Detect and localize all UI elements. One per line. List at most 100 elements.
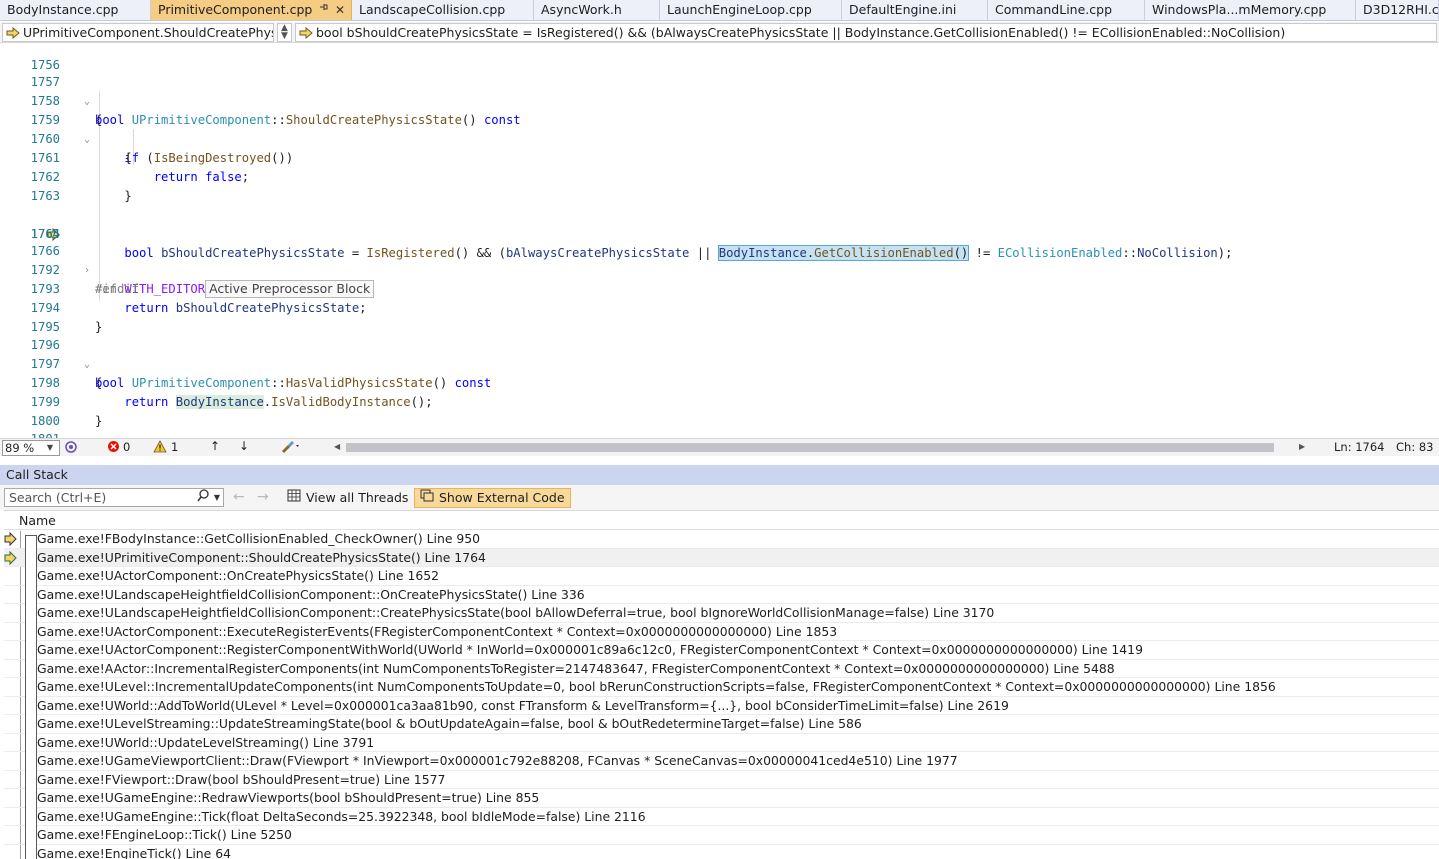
code-line: 1797 { — [0, 336, 1439, 390]
tab-label: CommandLine.cpp — [995, 2, 1113, 17]
scroll-right-icon[interactable]: ▶ — [1299, 442, 1305, 451]
code-line: 1760 { — [0, 111, 1439, 165]
stack-frame-text: Game.exe!UActorComponent::RegisterCompon… — [37, 642, 1143, 657]
stack-frame-row[interactable]: Game.exe!EngineTick() Line 64 — [4, 845, 1439, 859]
split-window-icon[interactable]: ▲ ▼ — [277, 23, 292, 42]
back-arrow-icon[interactable]: ← — [233, 489, 245, 505]
stack-frame-text: Game.exe!ULandscapeHeightfieldCollisionC… — [37, 586, 585, 602]
error-count: 0 — [123, 440, 131, 454]
view-all-threads-label: View all Threads — [306, 490, 409, 505]
code-line: 1796 ⌄ bool UPrimitiveComponent::HasVali… — [0, 317, 1439, 390]
stack-frame-text: Game.exe!AActor::IncrementalRegisterComp… — [37, 660, 1115, 676]
editor-status-bar: 89 % ▼ 0 1 ↑ ↓ ◀ ▶ Ln: 1764 Ch: 83 — [0, 438, 1439, 456]
tab-label: D3D12RHI.cp — [1363, 2, 1439, 17]
stack-frame-row[interactable]: Game.exe!FBodyInstance::GetCollisionEnab… — [4, 530, 1439, 549]
stack-frame-row[interactable]: Game.exe!UGameViewportClient::Draw(FView… — [4, 752, 1439, 771]
tab-primitivecomponent[interactable]: PrimitiveComponent.cpp ✕ — [151, 0, 352, 20]
chevron-down-icon: ▼ — [46, 443, 53, 452]
tab-label: DefaultEngine.ini — [849, 2, 957, 17]
horizontal-scrollbar-thumb[interactable] — [346, 443, 1274, 452]
pin-icon[interactable] — [319, 0, 329, 20]
brush-icon[interactable] — [280, 439, 302, 458]
stack-frame-text: Game.exe!FBodyInstance::GetCollisionEnab… — [37, 531, 481, 546]
tab-label: BodyInstance.cpp — [7, 2, 119, 17]
view-all-threads-button[interactable]: View all Threads — [287, 488, 408, 508]
call-stack-toolbar: Search (Ctrl+E) ▼ ← → View all Threads S… — [0, 485, 1439, 510]
code-line: 1763 — [0, 168, 1439, 203]
stack-frame-row[interactable]: Game.exe!UGameEngine::RedrawViewports(bo… — [4, 789, 1439, 808]
stack-frame-row[interactable]: Game.exe!UGameEngine::Tick(float DeltaSe… — [4, 808, 1439, 826]
stack-frame-text: Game.exe!UWorld::UpdateLevelStreaming() … — [37, 734, 375, 750]
statement-icon — [299, 26, 313, 39]
code-line: 1800 — [0, 393, 1439, 428]
external-code-icon — [420, 489, 434, 507]
code-health-icon[interactable] — [64, 439, 78, 458]
tab-label: LaunchEngineLoop.cpp — [667, 2, 812, 17]
stack-frame-text: Game.exe!UWorld::AddToWorld(ULevel * Lev… — [37, 697, 1009, 713]
cursor-column: Ch: 83 — [1396, 440, 1434, 454]
tab-asyncwork[interactable]: AsyncWork.h — [534, 0, 660, 20]
tab-launchengineloop[interactable]: LaunchEngineLoop.cpp — [660, 0, 842, 20]
caller-frame-arrow-icon — [4, 549, 18, 567]
tab-landscapecollision[interactable]: LandscapeCollision.cpp — [352, 0, 534, 20]
tab-label: LandscapeCollision.cpp — [359, 2, 506, 17]
show-external-code-button[interactable]: Show External Code — [414, 488, 571, 508]
warning-icon[interactable] — [153, 440, 167, 456]
threads-icon — [287, 489, 301, 507]
panel-title: Call Stack — [6, 467, 68, 482]
previous-issue-arrow-icon[interactable]: ↑ — [210, 439, 220, 453]
thread-frame-bracket — [25, 535, 37, 859]
code-line: 1761 return false; — [0, 130, 1439, 184]
code-line: 1801 ⌄ bool UPrimitiveComponent::IsCompo… — [0, 411, 1439, 438]
column-header-name[interactable]: Name — [19, 513, 56, 528]
close-icon[interactable]: ✕ — [335, 0, 345, 20]
stack-frame-row[interactable]: Game.exe!FEngineLoop::Tick() Line 5250 — [4, 826, 1439, 845]
tab-bodyinstance[interactable]: BodyInstance.cpp — [0, 0, 151, 20]
error-icon[interactable] — [107, 440, 120, 456]
stack-frame-row[interactable]: Game.exe!ULevel::IncrementalUpdateCompon… — [4, 678, 1439, 697]
show-external-code-label: Show External Code — [439, 490, 565, 505]
tab-defaultengine[interactable]: DefaultEngine.ini — [842, 0, 988, 20]
forward-arrow-icon[interactable]: → — [257, 489, 269, 505]
code-line: 1798 return BodyInstance.IsValidBodyInst… — [0, 355, 1439, 409]
scope-dropdown[interactable]: UPrimitiveComponent.ShouldCreatePhys ▼ — [2, 23, 274, 42]
stack-frame-text: Game.exe!UPrimitiveComponent::ShouldCrea… — [37, 549, 486, 565]
tab-windowsplatformmemory[interactable]: WindowsPla...mMemory.cpp — [1145, 0, 1356, 20]
member-dropdown[interactable]: bool bShouldCreatePhysicsState = IsRegis… — [295, 23, 1437, 42]
scope-label: UPrimitiveComponent.ShouldCreatePhys — [23, 25, 274, 40]
code-line: 1766 › #if WITH_EDITOR Active Preprocesso… — [0, 223, 1439, 298]
stack-frame-row[interactable]: Game.exe!UWorld::AddToWorld(ULevel * Lev… — [4, 697, 1439, 715]
stack-frame-row[interactable]: Game.exe!UActorComponent::ExecuteRegiste… — [4, 623, 1439, 641]
call-stack-search-input[interactable]: Search (Ctrl+E) ▼ — [4, 488, 224, 507]
code-line: 1757 ⌄ bool UPrimitiveComponent::ShouldC… — [0, 54, 1439, 127]
cursor-line: Ln: 1764 — [1334, 440, 1385, 454]
stack-frame-text: Game.exe!ULevel::IncrementalUpdateCompon… — [37, 679, 1276, 694]
code-line: 1792 #endif — [0, 242, 1439, 296]
search-icon[interactable] — [197, 489, 209, 507]
call-stack-title-bar: Call Stack — [0, 465, 1439, 485]
code-line: 1802 { — [0, 430, 1439, 438]
stack-frame-row[interactable]: Game.exe!ULandscapeHeightfieldCollisionC… — [4, 604, 1439, 623]
next-issue-arrow-icon[interactable]: ↓ — [239, 439, 249, 453]
code-line: 1799 } — [0, 374, 1439, 428]
stack-frame-row[interactable]: Game.exe!UPrimitiveComponent::ShouldCrea… — [4, 548, 1439, 567]
stack-frame-row[interactable]: Game.exe!UActorComponent::RegisterCompon… — [4, 641, 1439, 660]
zoom-dropdown[interactable]: 89 % ▼ — [2, 440, 60, 456]
stack-frame-text: Game.exe!UGameEngine::Tick(float DeltaSe… — [37, 808, 646, 824]
stack-frame-row[interactable]: Game.exe!AActor::IncrementalRegisterComp… — [4, 660, 1439, 678]
tab-commandline[interactable]: CommandLine.cpp — [988, 0, 1145, 20]
stack-frame-row[interactable]: Game.exe!ULandscapeHeightfieldCollisionC… — [4, 586, 1439, 604]
stack-frame-text: Game.exe!UGameEngine::RedrawViewports(bo… — [37, 790, 540, 805]
stack-frame-row[interactable]: Game.exe!UActorComponent::OnCreatePhysic… — [4, 567, 1439, 586]
stack-frame-row[interactable]: Game.exe!FViewport::Draw(bool bShouldPre… — [4, 771, 1439, 789]
code-editor[interactable]: 1756 1757 ⌄ bool UPrimitiveComponent::Sh… — [0, 43, 1439, 438]
code-line: 1794 } — [0, 280, 1439, 334]
tab-d3d12rhi[interactable]: D3D12RHI.cp — [1356, 0, 1439, 20]
code-line: 1759 ⌄ if (IsBeingDestroyed()) — [0, 92, 1439, 165]
scroll-left-icon[interactable]: ◀ — [334, 442, 340, 451]
call-stack-grid: Name Game.exe!FBodyInstance::GetCollisio… — [4, 510, 1439, 859]
stack-frame-text: Game.exe!ULevelStreaming::UpdateStreamin… — [37, 716, 862, 731]
stack-frame-row[interactable]: Game.exe!UWorld::UpdateLevelStreaming() … — [4, 734, 1439, 752]
stack-frame-row[interactable]: Game.exe!ULevelStreaming::UpdateStreamin… — [4, 715, 1439, 734]
chevron-down-icon[interactable]: ▼ — [214, 489, 220, 506]
